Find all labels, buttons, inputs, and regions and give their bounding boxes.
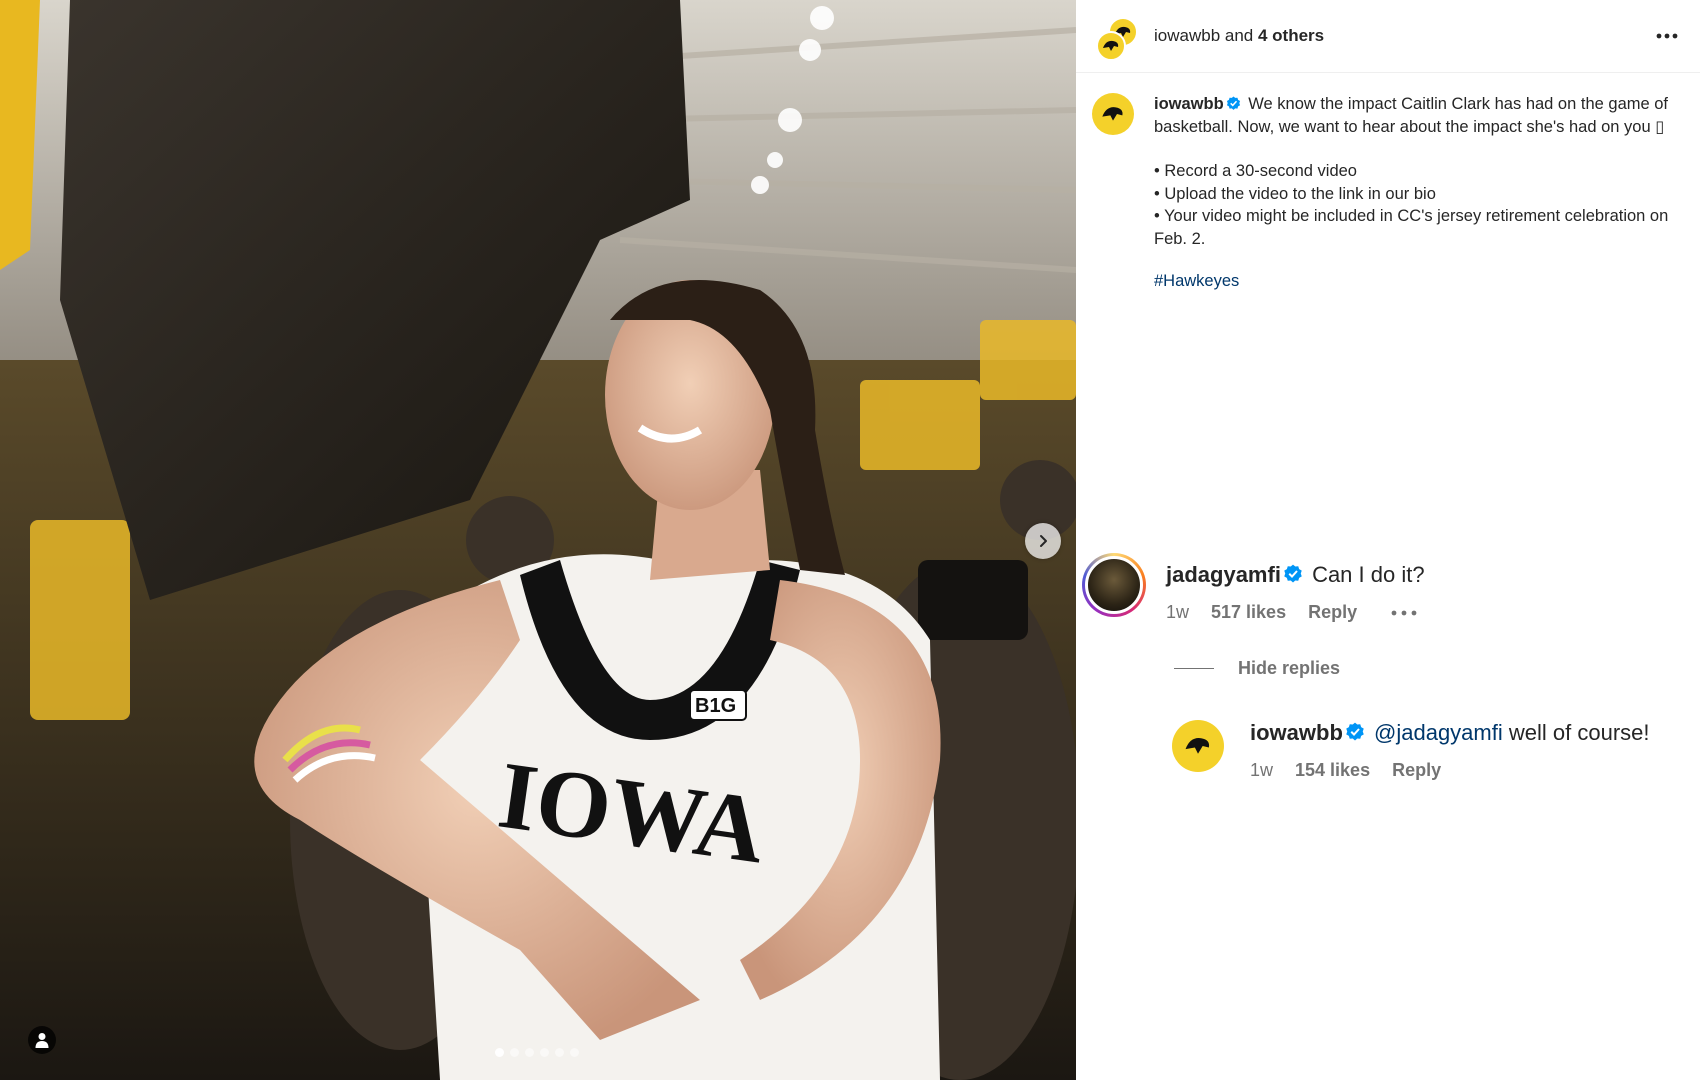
reply-likes[interactable]: 154 likes [1295,760,1370,781]
carousel-dot [525,1048,534,1057]
hide-replies-label: Hide replies [1238,658,1341,678]
carousel-dot [570,1048,579,1057]
hawkeye-logo-icon [1103,40,1119,51]
reply-text: well of course! [1508,720,1650,745]
verified-badge-icon [1226,96,1240,110]
caption-bullets: • Record a 30-second video • Upload the … [1154,162,1669,248]
reply-username[interactable]: iowawbb [1250,720,1343,745]
carousel-dot [540,1048,549,1057]
post-sidebar: iowawbb and 4 others iowawbb We know the… [1076,0,1700,1080]
comment-item: jadagyamfi Can I do it? 1w 517 likes Rep… [1082,553,1439,623]
post-caption: iowawbb We know the impact Caitlin Clark… [1076,73,1700,293]
divider [1174,668,1214,669]
post-photo: IOWA B1G [0,0,1076,1080]
hawkeye-logo-icon [1185,738,1210,754]
comment-more-button[interactable] [1391,610,1417,616]
comment-time[interactable]: 1w [1166,602,1189,623]
carousel-dot [510,1048,519,1057]
comment-reply-button[interactable]: Reply [1308,602,1357,623]
caption-username[interactable]: iowawbb [1154,95,1224,113]
chevron-right-icon [1040,535,1047,547]
header-account[interactable]: iowawbb [1154,26,1220,45]
post-header: iowawbb and 4 others [1076,0,1700,73]
carousel-indicator [495,1048,579,1057]
collab-title[interactable]: iowawbb and 4 others [1154,26,1324,46]
more-options-button[interactable] [1652,24,1682,48]
caption-hashtag[interactable]: #Hawkeyes [1154,270,1674,293]
avatar[interactable] [1082,553,1146,617]
svg-text:B1G: B1G [695,695,736,717]
hide-replies-button[interactable]: Hide replies [1174,658,1340,679]
carousel-dot [555,1048,564,1057]
avatar [1096,31,1126,61]
header-joiner: and [1224,26,1254,45]
comment-username[interactable]: jadagyamfi [1166,562,1281,587]
caption-text: iowawbb We know the impact Caitlin Clark… [1154,93,1674,293]
hawkeye-logo-icon [1102,107,1123,121]
more-options-icon [1391,610,1417,615]
comment-text: Can I do it? [1312,562,1425,587]
post-media: IOWA B1G [0,0,1076,1080]
reply-mention[interactable]: @jadagyamfi [1374,720,1503,745]
tagged-users-button[interactable] [28,1026,56,1054]
reply-time[interactable]: 1w [1250,760,1273,781]
avatar[interactable] [1092,93,1134,135]
next-slide-button[interactable] [1025,523,1061,559]
verified-badge-icon [1346,722,1364,741]
reply-item: iowawbb @jadagyamfi well of course! 1w 1… [1172,720,1650,781]
user-tag-icon [35,1033,49,1048]
avatar[interactable] [1172,720,1224,772]
reply-reply-button[interactable]: Reply [1392,760,1441,781]
header-others[interactable]: 4 others [1258,26,1324,45]
carousel-dot [495,1048,504,1057]
collab-avatars[interactable] [1096,13,1140,61]
verified-badge-icon [1284,564,1302,583]
comment-likes[interactable]: 517 likes [1211,602,1286,623]
more-options-icon [1656,33,1678,39]
